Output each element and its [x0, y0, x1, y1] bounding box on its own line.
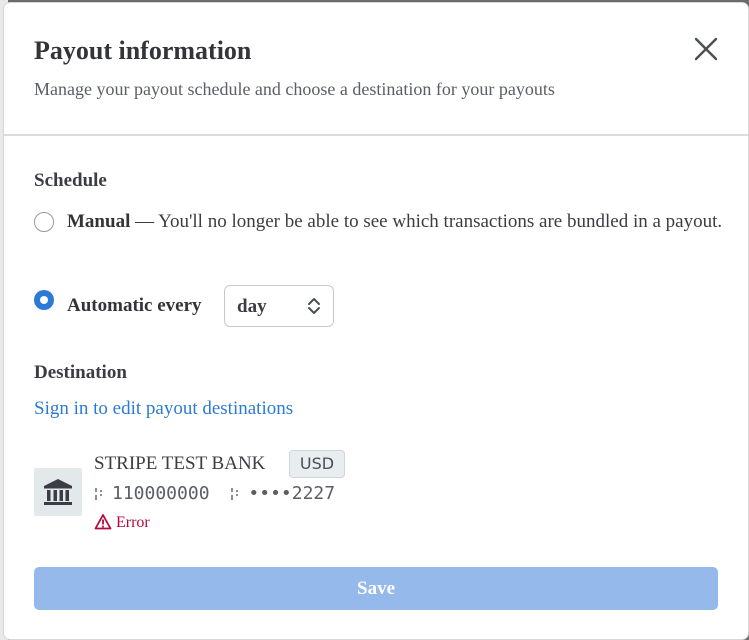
- currency-badge: USD: [289, 450, 345, 478]
- save-button[interactable]: Save: [34, 567, 718, 610]
- warning-icon: [94, 514, 112, 530]
- bank-status: Error: [94, 513, 150, 532]
- manual-radio[interactable]: [34, 212, 54, 232]
- routing-number-icon: [95, 488, 102, 500]
- bank-icon: [44, 479, 72, 505]
- bank-avatar: [34, 468, 82, 516]
- routing-number: 110000000: [112, 483, 210, 504]
- automatic-option-text[interactable]: Automatic every: [67, 291, 202, 321]
- account-details: 110000000 ••••2227: [94, 483, 335, 504]
- manual-option-text[interactable]: Manual — You'll no longer be able to see…: [67, 207, 727, 237]
- payout-interval-select[interactable]: day: [224, 285, 334, 327]
- modal-subtitle: Manage your payout schedule and choose a…: [34, 79, 555, 99]
- close-button[interactable]: [690, 33, 722, 65]
- manual-option-title: Manual: [67, 211, 131, 232]
- close-icon: [694, 37, 718, 61]
- destination-label: Destination: [34, 362, 127, 383]
- account-number: ••••2227: [248, 483, 336, 504]
- automatic-option-title: Automatic every: [67, 295, 202, 316]
- payout-information-modal: Payout information Manage your payout sc…: [4, 3, 748, 639]
- payout-interval-value: day: [237, 296, 267, 317]
- sign-in-edit-destinations-link[interactable]: Sign in to edit payout destinations: [34, 398, 293, 420]
- automatic-radio[interactable]: [34, 290, 54, 310]
- chevron-up-down-icon: [308, 298, 320, 314]
- modal-title: Payout information: [34, 36, 252, 65]
- header-divider: [4, 134, 748, 136]
- bank-name: STRIPE TEST BANK: [94, 453, 266, 474]
- bank-status-text: Error: [116, 514, 150, 531]
- account-number-icon: [231, 488, 239, 500]
- schedule-label: Schedule: [34, 170, 107, 191]
- manual-option-description: — You'll no longer be able to see which …: [130, 211, 723, 232]
